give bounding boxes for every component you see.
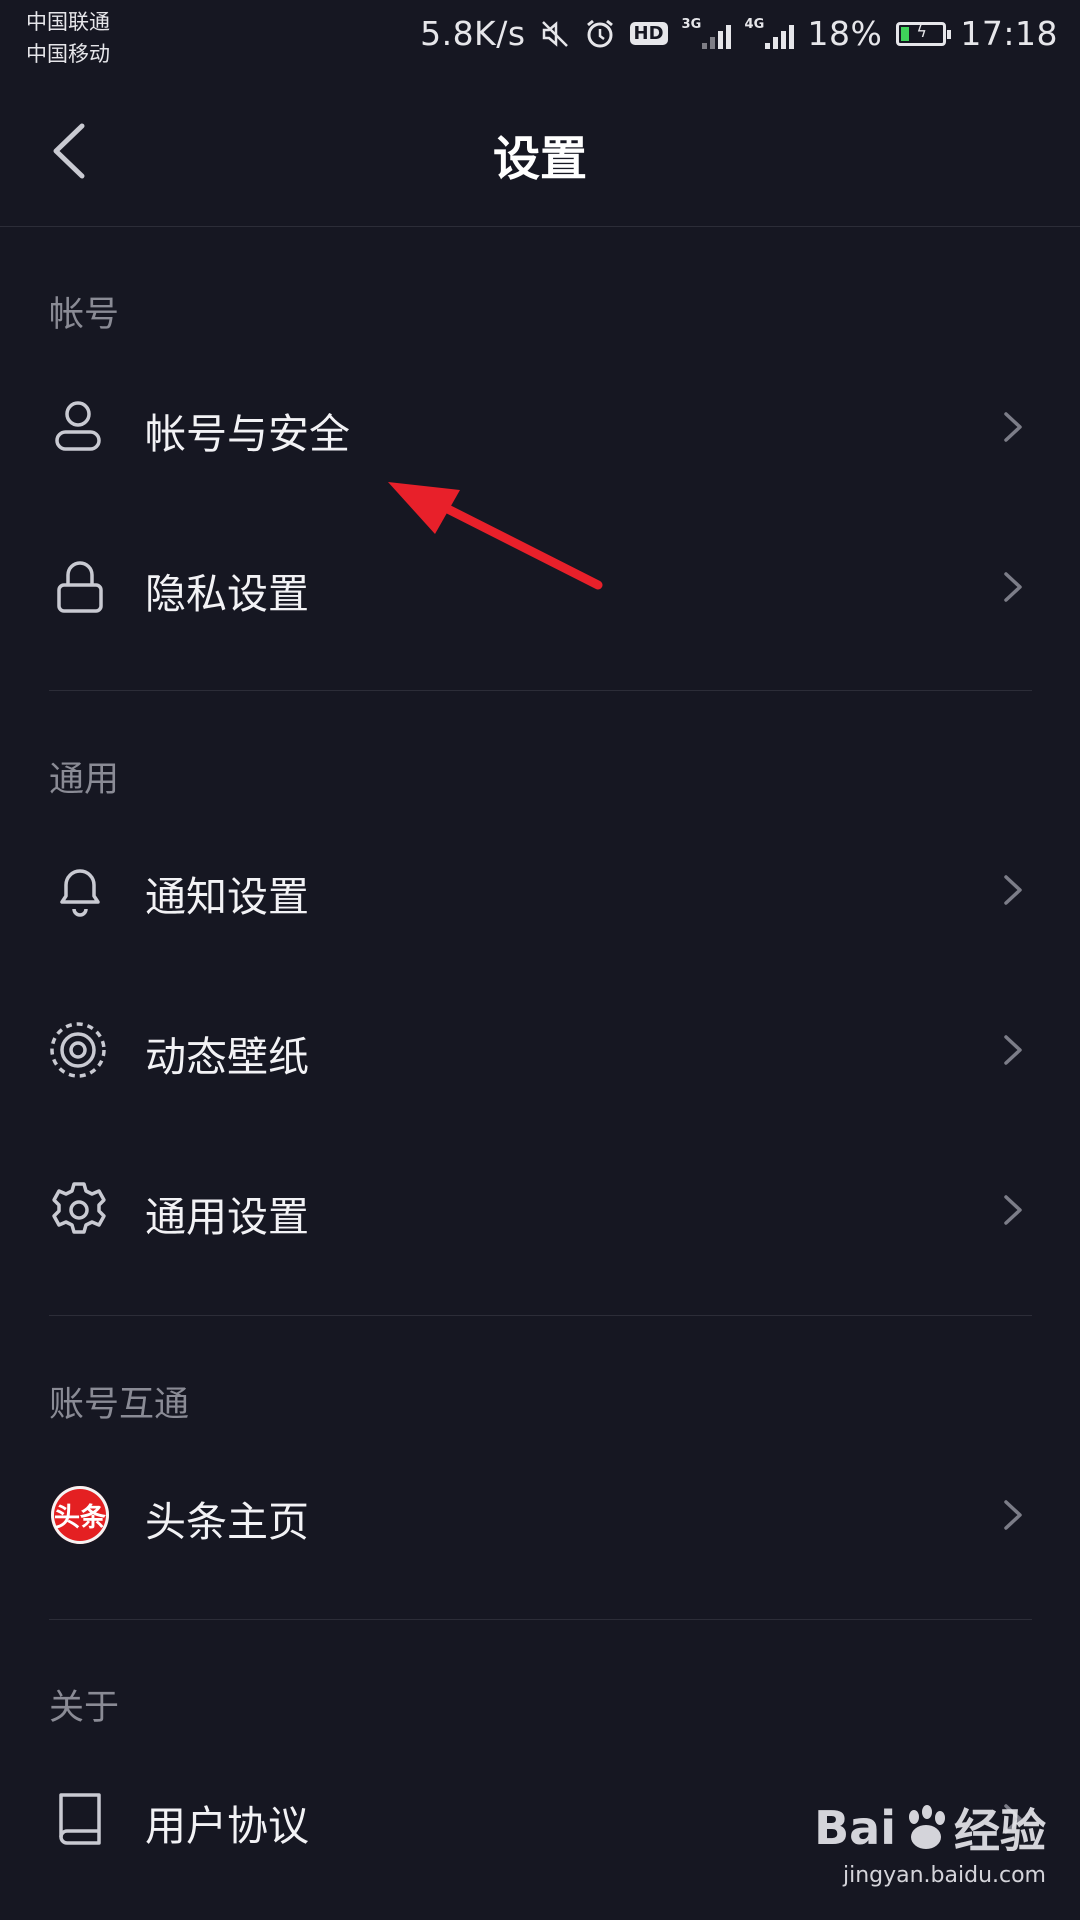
section-title-account: 帐号 [49, 295, 120, 335]
settings-item-label: 通知设置 [145, 873, 309, 921]
settings-item-label: 通用设置 [145, 1193, 309, 1241]
watermark-brand-right: 经验 [954, 1804, 1046, 1858]
baidu-jingyan-watermark: Bai 经验 jingyan.baidu.com [814, 1795, 1046, 1888]
section-title-about: 关于 [49, 1688, 120, 1728]
clock: 17:18 [960, 14, 1058, 53]
chevron-right-icon [1004, 1500, 1022, 1530]
status-bar: 中国联通 中国移动 5.8K/s HD 3G 4G 18% ϟ 17:18 [0, 0, 1080, 76]
signal-icon-sim1: 3G [681, 16, 731, 49]
watermark-brand: Bai 经验 [814, 1795, 1046, 1861]
section-divider [49, 690, 1032, 691]
carrier-labels: 中国联通 中国移动 [26, 6, 110, 70]
wallpaper-icon [50, 1022, 106, 1078]
carrier-1: 中国联通 [26, 10, 110, 34]
chevron-right-icon [1004, 1195, 1022, 1225]
user-icon [55, 401, 101, 451]
chevron-right-icon [1004, 412, 1022, 442]
settings-item-label: 帐号与安全 [145, 410, 350, 458]
settings-item-toutiao-homepage[interactable]: 头条 头条主页 [0, 1450, 1080, 1580]
mute-icon [541, 20, 568, 47]
hd-badge: HD [629, 22, 668, 45]
paw-icon [909, 1805, 945, 1849]
annotation-arrow [388, 482, 603, 590]
app-header: 设置 [0, 76, 1080, 227]
toutiao-logo: 头条 [51, 1486, 109, 1544]
section-title-general: 通用 [49, 760, 120, 800]
settings-item-label: 隐私设置 [145, 570, 309, 618]
alarm-icon [586, 19, 613, 47]
sim1-network: 3G [681, 16, 702, 32]
carrier-2: 中国移动 [26, 42, 110, 66]
settings-item-notifications[interactable]: 通知设置 [0, 825, 1080, 955]
settings-item-general[interactable]: 通用设置 [0, 1145, 1080, 1275]
watermark-brand-left: Bai [814, 1801, 896, 1855]
section-title-linked-accounts: 账号互通 [49, 1385, 190, 1425]
section-divider [49, 1315, 1032, 1316]
sim2-network: 4G [744, 16, 765, 32]
lock-icon [57, 561, 103, 613]
book-icon [59, 1793, 101, 1845]
settings-item-label: 动态壁纸 [145, 1033, 309, 1081]
signal-icon-sim2: 4G [744, 16, 794, 49]
battery-percent: 18% [807, 14, 883, 53]
settings-item-live-wallpaper[interactable]: 动态壁纸 [0, 985, 1080, 1115]
page-title: 设置 [493, 132, 587, 187]
watermark-url: jingyan.baidu.com [842, 1863, 1046, 1888]
bell-icon [60, 869, 100, 917]
chevron-right-icon [1004, 1035, 1022, 1065]
chevron-right-icon [1004, 875, 1022, 905]
chevron-right-icon [1004, 572, 1022, 602]
settings-item-label: 头条主页 [145, 1498, 309, 1546]
status-indicators: 5.8K/s HD 3G 4G 18% ϟ 17:18 [420, 14, 1058, 53]
battery-charging-icon: ϟ [896, 21, 952, 46]
section-divider [49, 1619, 1032, 1620]
gear-icon [52, 1182, 106, 1234]
settings-item-label: 用户协议 [145, 1802, 309, 1850]
net-speed: 5.8K/s [420, 14, 526, 53]
toutiao-logo-icon: 头条 [48, 1483, 112, 1547]
